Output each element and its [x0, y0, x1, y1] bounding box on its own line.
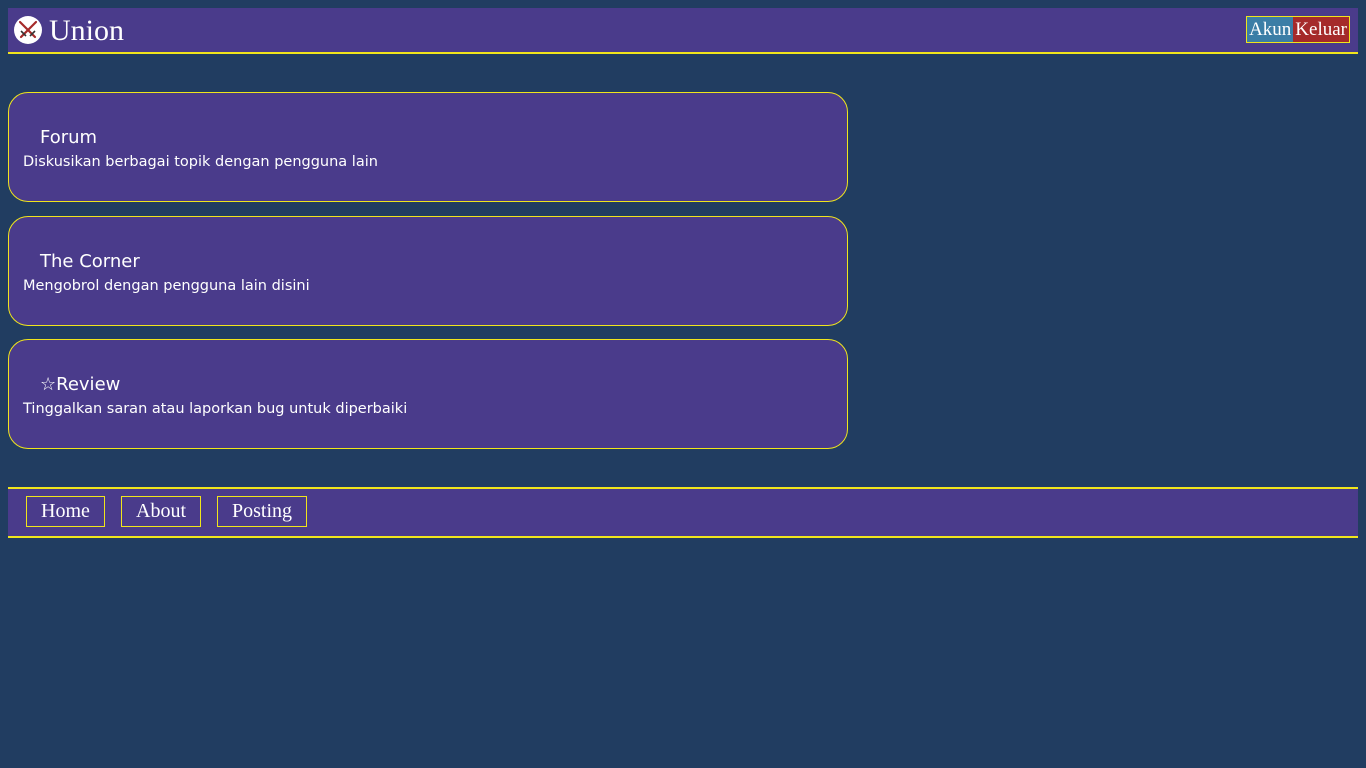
auth-group: Akun Keluar [1246, 16, 1350, 43]
akun-button[interactable]: Akun [1247, 17, 1294, 42]
crossed-swords-icon[interactable] [14, 16, 42, 44]
footer-nav: Home About Posting [8, 487, 1358, 538]
card-description: Tinggalkan saran atau laporkan bug untuk… [23, 401, 408, 417]
card-the-corner[interactable]: The Corner Mengobrol dengan pengguna lai… [8, 216, 848, 326]
card-review[interactable]: ☆Review Tinggalkan saran atau laporkan b… [8, 339, 848, 449]
posting-button[interactable]: Posting [217, 496, 307, 527]
home-button[interactable]: Home [26, 496, 105, 527]
site-title: Union [49, 14, 124, 47]
card-forum[interactable]: Forum Diskusikan berbagai topik dengan p… [8, 92, 848, 202]
site-header: Union Akun Keluar [8, 8, 1358, 54]
keluar-button[interactable]: Keluar [1293, 17, 1349, 42]
card-title: The Corner [40, 251, 140, 272]
card-title: Forum [40, 127, 98, 148]
card-description: Mengobrol dengan pengguna lain disini [23, 278, 310, 294]
about-button[interactable]: About [121, 496, 201, 527]
card-description: Diskusikan berbagai topik dengan penggun… [23, 154, 378, 170]
card-title: ☆Review [40, 374, 121, 395]
